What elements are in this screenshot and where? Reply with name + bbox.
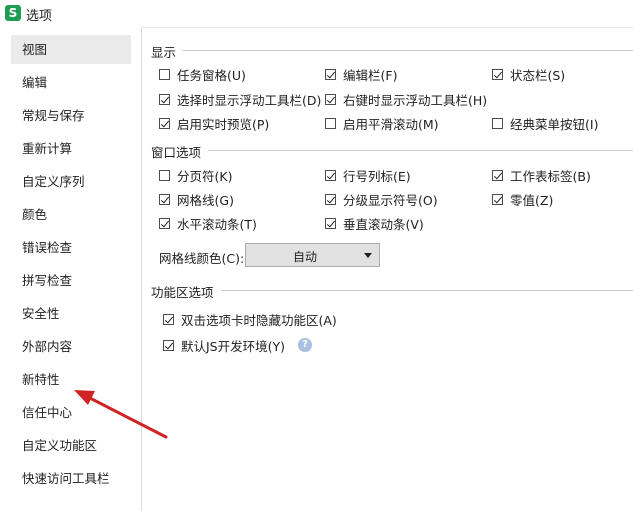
sidebar-item-custom-lists[interactable]: 自定义序列: [11, 167, 131, 196]
option-label: 工作表标签(B): [510, 168, 591, 184]
sidebar-item-error-check[interactable]: 错误检查: [11, 233, 131, 262]
option-label: 双击选项卡时隐藏功能区(A): [181, 312, 337, 328]
sidebar-item-spell-check[interactable]: 拼写检查: [11, 266, 131, 295]
checkbox[interactable]: [325, 68, 336, 80]
checkbox[interactable]: [163, 339, 174, 351]
checkbox[interactable]: [492, 117, 503, 129]
option-label: 垂直滚动条(V): [343, 216, 424, 232]
sidebar-item-trust-center[interactable]: 信任中心: [11, 398, 131, 427]
sidebar-item-view[interactable]: 视图: [11, 35, 131, 64]
option-label: 任务窗格(U): [177, 67, 246, 83]
options-main-panel: 显示 任务窗格(U) 编辑栏(F) 状态栏(S) 选择时显示浮动工具栏(D) 右…: [142, 27, 633, 511]
dropdown-value: 自动: [292, 250, 317, 264]
sidebar-item-customize-ribbon[interactable]: 自定义功能区: [11, 431, 131, 460]
option-label: 行号列标(E): [343, 168, 411, 184]
option-label: 分级显示符号(O): [343, 192, 438, 208]
sidebar-item-edit[interactable]: 编辑: [11, 68, 131, 97]
option-label: 分页符(K): [177, 168, 233, 184]
sidebar-item-external-content[interactable]: 外部内容: [11, 332, 131, 361]
gridline-color-label: 网格线颜色(C):: [159, 251, 245, 266]
checkbox[interactable]: [325, 93, 336, 105]
option-label: 网格线(G): [177, 192, 234, 208]
section-divider: [208, 150, 633, 151]
checkbox[interactable]: [325, 169, 336, 181]
checkbox[interactable]: [163, 313, 174, 325]
checkbox[interactable]: [159, 117, 170, 129]
checkbox[interactable]: [159, 169, 170, 181]
option-vertical-scrollbar[interactable]: 垂直滚动条(V): [325, 215, 424, 232]
checkbox[interactable]: [325, 117, 336, 129]
option-classic-menu-button[interactable]: 经典菜单按钮(I): [492, 115, 599, 132]
section-divider: [221, 290, 633, 291]
option-default-js-dev-env[interactable]: 默认JS开发环境(Y) ?: [163, 337, 313, 354]
checkbox[interactable]: [492, 169, 503, 181]
option-hide-ribbon-on-double-click[interactable]: 双击选项卡时隐藏功能区(A): [163, 311, 337, 328]
option-show-float-toolbar-on-right-click[interactable]: 右键时显示浮动工具栏(H): [325, 91, 488, 108]
section-title-display: 显示: [151, 45, 177, 60]
sidebar-item-recalculate[interactable]: 重新计算: [11, 134, 131, 163]
checkbox[interactable]: [325, 193, 336, 205]
option-show-float-toolbar-on-select[interactable]: 选择时显示浮动工具栏(D): [159, 91, 322, 108]
option-label: 状态栏(S): [510, 67, 566, 83]
option-horizontal-scrollbar[interactable]: 水平滚动条(T): [159, 215, 257, 232]
options-sidebar: 视图 编辑 常规与保存 重新计算 自定义序列 颜色 错误检查 拼写检查 安全性 …: [0, 27, 142, 511]
option-label: 选择时显示浮动工具栏(D): [177, 92, 322, 108]
gridline-color-dropdown[interactable]: 自动: [245, 243, 380, 267]
option-task-pane[interactable]: 任务窗格(U): [159, 66, 246, 83]
checkbox[interactable]: [492, 193, 503, 205]
checkbox[interactable]: [159, 193, 170, 205]
option-page-breaks[interactable]: 分页符(K): [159, 167, 233, 184]
sidebar-item-new-features[interactable]: 新特性: [11, 365, 131, 394]
option-label: 启用实时预览(P): [177, 116, 270, 132]
spreadsheet-app-icon: S: [5, 5, 21, 21]
checkbox[interactable]: [159, 217, 170, 229]
option-gridlines[interactable]: 网格线(G): [159, 191, 234, 208]
option-sheet-tabs[interactable]: 工作表标签(B): [492, 167, 591, 184]
window-title: 选项: [26, 9, 53, 24]
option-formula-bar[interactable]: 编辑栏(F): [325, 66, 398, 83]
title-bar: S 选项: [0, 0, 633, 28]
checkbox[interactable]: [492, 68, 503, 80]
help-icon[interactable]: ?: [298, 338, 313, 352]
section-title-ribbon-options: 功能区选项: [151, 285, 214, 300]
option-label: 零值(Z): [510, 192, 554, 208]
sidebar-item-colors[interactable]: 颜色: [11, 200, 131, 229]
section-divider: [182, 50, 633, 51]
sidebar-item-general-save[interactable]: 常规与保存: [11, 101, 131, 130]
sidebar-item-quick-access-toolbar[interactable]: 快速访问工具栏: [11, 464, 131, 493]
option-row-col-headers[interactable]: 行号列标(E): [325, 167, 411, 184]
option-status-bar[interactable]: 状态栏(S): [492, 66, 566, 83]
option-zero-values[interactable]: 零值(Z): [492, 191, 554, 208]
option-label: 经典菜单按钮(I): [510, 116, 599, 132]
option-label: 水平滚动条(T): [177, 216, 257, 232]
option-outline-symbols[interactable]: 分级显示符号(O): [325, 191, 438, 208]
checkbox[interactable]: [159, 68, 170, 80]
option-label: 编辑栏(F): [343, 67, 398, 83]
dropdown-arrow-icon: [364, 253, 372, 258]
option-live-preview[interactable]: 启用实时预览(P): [159, 115, 270, 132]
option-label: 启用平滑滚动(M): [343, 116, 439, 132]
section-title-window-options: 窗口选项: [151, 145, 202, 160]
option-smooth-scrolling[interactable]: 启用平滑滚动(M): [325, 115, 439, 132]
option-label: 右键时显示浮动工具栏(H): [343, 92, 488, 108]
option-label: 默认JS开发环境(Y): [181, 338, 286, 354]
checkbox[interactable]: [325, 217, 336, 229]
sidebar-item-security[interactable]: 安全性: [11, 299, 131, 328]
checkbox[interactable]: [159, 93, 170, 105]
